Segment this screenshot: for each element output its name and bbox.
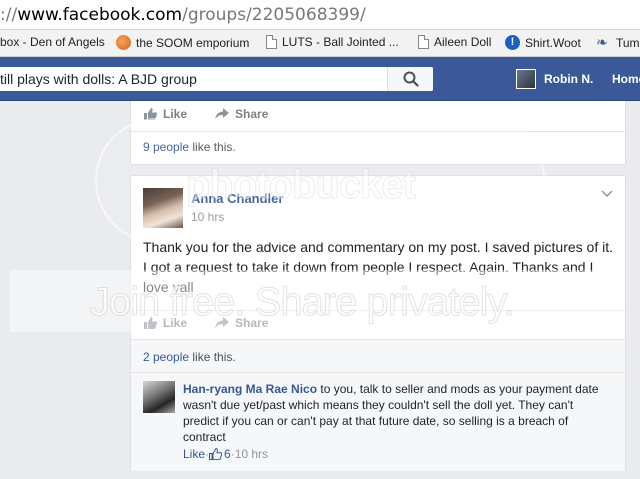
post-author[interactable]: Anna Chandler: [191, 191, 283, 206]
comment-like-button[interactable]: Like: [183, 447, 205, 461]
chevron-down-icon[interactable]: [601, 190, 613, 198]
comment-author[interactable]: Han-ryang Ma Rae Nico: [183, 382, 317, 396]
share-button[interactable]: Share: [215, 316, 268, 330]
likes-summary: 2 people like this.: [143, 350, 236, 364]
profile-link[interactable]: Robin N.: [516, 69, 593, 89]
bookmark-soom-emporium[interactable]: the SOOM emporium: [116, 35, 249, 50]
like-label: Like: [163, 107, 188, 121]
browser-url-bar[interactable]: ://www.facebook.com/groups/2205068399/: [0, 0, 640, 30]
divider: [131, 372, 625, 373]
thumbs-up-icon: [209, 448, 223, 460]
avatar: [516, 69, 536, 89]
bookmark-aileen-doll[interactable]: Aileen Doll: [418, 35, 491, 49]
like-button[interactable]: Like: [144, 316, 187, 330]
bookmark-tumblr[interactable]: ❧ Tum: [596, 35, 640, 50]
divider: [131, 310, 625, 311]
soom-icon: [116, 35, 131, 50]
thumbs-up-icon: [144, 108, 157, 120]
previous-post-card: Like Share 9 people like this.: [130, 101, 626, 165]
likes-count-link[interactable]: 9 people: [143, 140, 189, 154]
divider: [131, 131, 625, 132]
like-label: Like: [163, 316, 188, 330]
post-actions: Like Share: [131, 316, 268, 330]
bookmark-luts[interactable]: LUTS - Ball Jointed ...: [266, 35, 399, 49]
bookmark-label: the SOOM emporium: [136, 35, 250, 50]
bookmark-label: Shirt.Woot: [525, 35, 581, 50]
search-box[interactable]: till plays with dolls: A BJD group: [0, 67, 433, 91]
bookmark-den-of-angels[interactable]: box - Den of Angels: [0, 35, 105, 49]
url-prefix: ://: [0, 5, 18, 25]
url-text[interactable]: ://www.facebook.com/groups/2205068399/: [0, 5, 366, 25]
comment-meta: Like · 6 · 10 hrs: [183, 447, 268, 461]
comments-section: 2 people like this. Han-ryang Ma Rae Nic…: [131, 339, 625, 471]
comment-like-count[interactable]: 6: [224, 447, 231, 461]
likes-summary: 9 people like this.: [143, 140, 236, 154]
woot-icon: !: [505, 35, 520, 50]
share-arrow-icon: [215, 317, 230, 329]
bookmark-label: Tum: [616, 35, 640, 50]
home-link[interactable]: Home: [612, 72, 640, 86]
author-avatar[interactable]: [143, 188, 183, 228]
post-timestamp[interactable]: 10 hrs: [191, 210, 224, 224]
bookmark-shirt-woot[interactable]: ! Shirt.Woot: [505, 35, 581, 50]
page-icon: [266, 35, 277, 49]
tumblr-icon: ❧: [596, 34, 608, 50]
user-name: Robin N.: [544, 72, 594, 86]
like-button[interactable]: Like: [144, 107, 187, 121]
search-button[interactable]: [387, 67, 433, 91]
post-body: Thank you for the advice and commentary …: [143, 239, 614, 295]
page-icon: [418, 35, 429, 49]
post-actions: Like Share: [131, 107, 268, 121]
likes-suffix: like this.: [189, 350, 236, 364]
thumbs-up-icon: [144, 317, 157, 329]
share-arrow-icon: [215, 108, 230, 120]
share-label: Share: [235, 107, 269, 121]
likes-suffix: like this.: [189, 140, 236, 154]
comment-timestamp[interactable]: 10 hrs: [235, 447, 268, 461]
bookmark-label: box - Den of Angels: [0, 35, 105, 49]
url-path: /groups/2205068399/: [182, 5, 366, 25]
post-card: Anna Chandler 10 hrs Thank you for the a…: [130, 175, 626, 471]
bookmark-label: LUTS - Ball Jointed ...: [282, 35, 399, 49]
url-host: www.facebook.com: [17, 5, 183, 25]
share-label: Share: [235, 316, 269, 330]
comment-body: Han-ryang Ma Rae Nico to you, talk to se…: [183, 381, 603, 445]
share-button[interactable]: Share: [215, 107, 268, 121]
commenter-avatar[interactable]: [143, 381, 175, 413]
bookmark-label: Aileen Doll: [434, 35, 492, 49]
facebook-header: till plays with dolls: A BJD group Robin…: [0, 57, 640, 101]
search-icon: [403, 71, 419, 87]
search-input[interactable]: till plays with dolls: A BJD group: [0, 71, 197, 87]
bookmarks-bar: box - Den of Angels the SOOM emporium LU…: [0, 30, 640, 57]
likes-count-link[interactable]: 2 people: [143, 350, 189, 364]
